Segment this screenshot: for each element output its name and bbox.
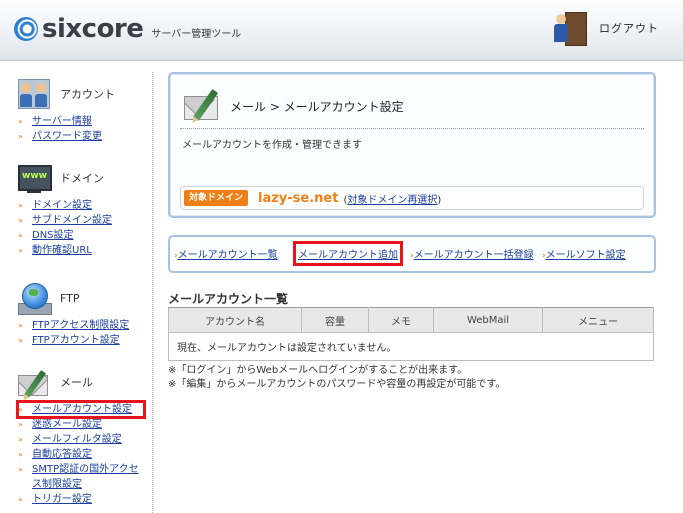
sidebar-item-spam-settings[interactable]: » 迷惑メール設定 xyxy=(18,417,144,432)
mail-account-list-title: メールアカウント一覧 xyxy=(168,292,289,306)
notes: ※「ログイン」からWebメールへログインがすることが出来ます。 ※「編集」からメ… xyxy=(168,364,505,392)
arrow-icon: » xyxy=(18,201,23,210)
sidebar-item-domain-settings[interactable]: » ドメイン設定 xyxy=(18,198,144,213)
table-row: 現在、メールアカウントは設定されていません。 xyxy=(168,332,654,361)
page-title: メール > メールアカウント設定 xyxy=(230,100,404,114)
arrow-icon: » xyxy=(18,216,23,225)
mail-envelope-icon xyxy=(182,84,222,124)
ftp-globe-icon xyxy=(18,283,52,315)
note-line: ※「編集」からメールアカウントのパスワードや容量の再設定が可能です。 xyxy=(168,379,506,390)
domain-reselect: (対象ドメイン再選択) xyxy=(343,194,442,206)
sidebar-section-domain: ドメイン »ドメイン設定 »サブドメイン設定 »DNS設定 »動作確認URL xyxy=(18,160,144,258)
table-header-row: アカウント名 容量 メモ WebMail メニュー xyxy=(168,307,654,333)
tab-mail-account-add[interactable]: メールアカウント追加 xyxy=(293,241,403,266)
mail-tabs: ›メールアカウント一覧 メールアカウント追加 ›メールアカウント一括登録 ›メー… xyxy=(168,235,656,273)
arrow-icon: » xyxy=(18,336,23,345)
brand-tagline: サーバー管理ツール xyxy=(151,28,242,40)
column-header: メニュー xyxy=(542,307,654,333)
sidebar-section-title: FTP xyxy=(60,291,80,305)
sidebar-section-mail: メール » メールアカウント設定 » 迷惑メール設定 » メールフィルタ設定 » 自動応… xyxy=(16,364,146,507)
sidebar-item-password-change[interactable]: » パスワード変更 xyxy=(18,129,144,144)
sidebar: アカウント »サーバー情報 »パスワード変更 ドメイン »ドメイン設定 »サブド… xyxy=(0,72,153,513)
tab-mail-software-settings[interactable]: ›メールソフト設定 xyxy=(542,246,626,261)
target-domain-name: lazy-se.net xyxy=(258,190,339,206)
arrow-icon: » xyxy=(18,465,23,474)
arrow-icon: » xyxy=(18,117,23,126)
logout-label: ログアウト xyxy=(599,22,659,35)
column-header: WebMail xyxy=(433,307,543,333)
sidebar-section-title: メール xyxy=(60,376,93,389)
sidebar-item-dns-settings[interactable]: » DNS設定 xyxy=(18,228,144,243)
arrow-icon: » xyxy=(18,495,23,504)
empty-message: 現在、メールアカウントは設定されていません。 xyxy=(168,332,654,361)
header-bar: sixcore サーバー管理ツール ログアウト xyxy=(0,0,683,61)
arrow-icon: » xyxy=(18,132,23,141)
column-header: 容量 xyxy=(301,307,369,333)
target-domain-badge: 対象ドメイン xyxy=(184,190,249,206)
sidebar-section-ftp: FTP » FTPアクセス制限設定 » FTPアカウント設定 xyxy=(18,280,144,348)
sidebar-item-mail-account-settings[interactable]: » メールアカウント設定 xyxy=(16,400,146,419)
sidebar-section-account: アカウント » サーバー情報 » パスワード変更 xyxy=(18,76,144,144)
sidebar-item-server-info[interactable]: » サーバー情報 xyxy=(18,114,144,129)
www-monitor-icon xyxy=(18,163,52,193)
arrow-icon: » xyxy=(18,321,23,330)
sidebar-item-subdomain-settings[interactable]: » サブドメイン設定 xyxy=(18,213,144,228)
target-domain-bar: 対象ドメイン lazy-se.net (対象ドメイン再選択) xyxy=(180,186,644,210)
sidebar-section-title: アカウント xyxy=(60,88,115,101)
tab-mail-account-bulk[interactable]: ›メールアカウント一括登録 xyxy=(410,246,534,261)
arrow-icon: » xyxy=(18,420,23,429)
sidebar-item-test-url[interactable]: » 動作確認URL xyxy=(18,243,144,258)
arrow-icon: » xyxy=(18,450,23,459)
page-description: メールアカウントを作成・管理できます xyxy=(182,140,362,151)
arrow-icon: » xyxy=(18,435,23,444)
sidebar-item-auto-reply[interactable]: » 自動応答設定 xyxy=(18,447,144,462)
logout-button[interactable]: ログアウト xyxy=(551,10,659,46)
divider xyxy=(180,128,644,129)
mail-account-table: アカウント名 容量 メモ WebMail メニュー 現在、メールアカウントは設定… xyxy=(168,307,654,361)
arrow-icon: » xyxy=(18,231,23,240)
brand-name: sixcore xyxy=(42,14,144,44)
account-users-icon xyxy=(18,79,52,109)
mail-envelope-icon xyxy=(18,367,52,399)
sidebar-item-smtp-restriction[interactable]: » SMTP認証の国外アクセス制限設定 xyxy=(18,462,144,492)
sidebar-section-title: ドメイン xyxy=(60,172,104,185)
tab-mail-account-list[interactable]: ›メールアカウント一覧 xyxy=(174,246,278,261)
logout-door-icon xyxy=(551,10,589,46)
sidebar-item-mail-filter[interactable]: » メールフィルタ設定 xyxy=(18,432,144,447)
domain-reselect-link[interactable]: 対象ドメイン再選択 xyxy=(347,195,437,206)
note-line: ※「ログイン」からWebメールへログインがすることが出来ます。 xyxy=(168,365,468,376)
sidebar-item-trigger[interactable]: » トリガー設定 xyxy=(18,492,144,507)
column-header: メモ xyxy=(368,307,434,333)
sixcore-logo[interactable]: sixcore サーバー管理ツール xyxy=(14,12,241,46)
sixcore-logo-icon xyxy=(14,17,38,41)
page-header-panel: メール > メールアカウント設定 メールアカウントを作成・管理できます 対象ドメ… xyxy=(168,72,656,218)
sidebar-item-ftp-access-restriction[interactable]: » FTPアクセス制限設定 xyxy=(18,318,144,333)
arrow-icon: » xyxy=(18,405,23,414)
sidebar-item-ftp-account[interactable]: » FTPアカウント設定 xyxy=(18,333,144,348)
arrow-icon: » xyxy=(18,246,23,255)
column-header: アカウント名 xyxy=(168,307,302,333)
